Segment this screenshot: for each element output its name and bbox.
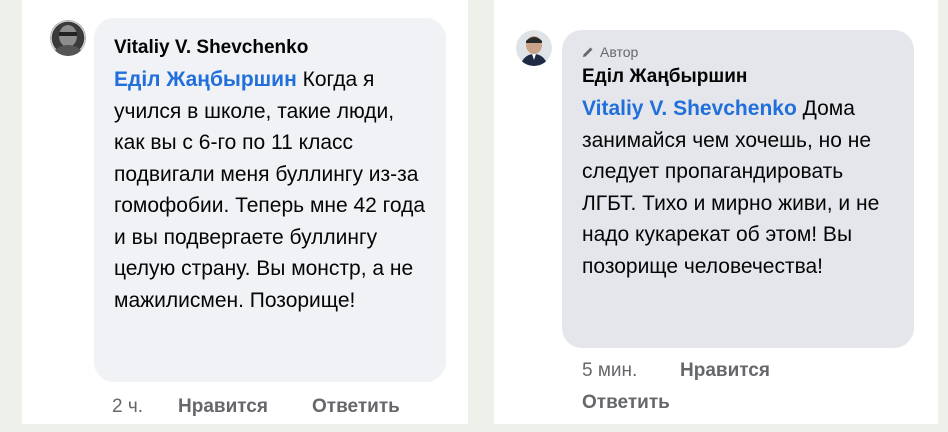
pencil-icon bbox=[583, 47, 593, 57]
comment-body: Дома занимайся чем хочешь, но не следует… bbox=[582, 97, 880, 278]
comment-timestamp[interactable]: 2 ч. bbox=[112, 396, 178, 418]
right-comment-panel: Автор Еділ Жаңбыршин Vitaliy V. Shevchen… bbox=[494, 0, 938, 424]
like-button[interactable]: Нравится bbox=[178, 396, 312, 418]
left-comment-panel: Vitaliy V. Shevchenko Еділ Жаңбыршин Ког… bbox=[22, 0, 468, 424]
reply-button[interactable]: Ответить bbox=[312, 396, 400, 418]
mention-link[interactable]: Vitaliy V. Shevchenko bbox=[582, 97, 797, 120]
comment-bubble: Vitaliy V. Shevchenko Еділ Жаңбыршин Ког… bbox=[94, 18, 446, 382]
comment-timestamp[interactable]: 5 мин. bbox=[582, 360, 680, 382]
comment-actions: 2 ч. Нравится Ответить bbox=[112, 396, 400, 418]
author-badge: Автор bbox=[582, 42, 894, 62]
like-button[interactable]: Нравится bbox=[680, 360, 770, 382]
mention-link[interactable]: Еділ Жаңбыршин bbox=[114, 68, 297, 91]
comment-actions: 5 мин. Нравится bbox=[582, 360, 770, 382]
comment-body: Когда я учился в школе, такие люди, как … bbox=[114, 68, 426, 312]
comment-bubble: Автор Еділ Жаңбыршин Vitaliy V. Shevchen… bbox=[562, 30, 914, 348]
comment-text: Vitaliy V. Shevchenko Дома занимайся чем… bbox=[582, 93, 894, 282]
author-badge-label: Автор bbox=[600, 44, 639, 60]
author-avatar[interactable] bbox=[50, 20, 86, 56]
avatar-photo-icon bbox=[50, 20, 86, 56]
comment-actions-row2: Ответить bbox=[582, 392, 670, 414]
avatar-photo-icon bbox=[516, 30, 552, 66]
reply-button[interactable]: Ответить bbox=[582, 392, 670, 414]
author-avatar[interactable] bbox=[516, 30, 552, 66]
comment-author-name[interactable]: Еділ Жаңбыршин bbox=[582, 65, 894, 89]
comment-author-name[interactable]: Vitaliy V. Shevchenko bbox=[114, 36, 426, 60]
comment-text: Еділ Жаңбыршин Когда я учился в школе, т… bbox=[114, 64, 426, 316]
